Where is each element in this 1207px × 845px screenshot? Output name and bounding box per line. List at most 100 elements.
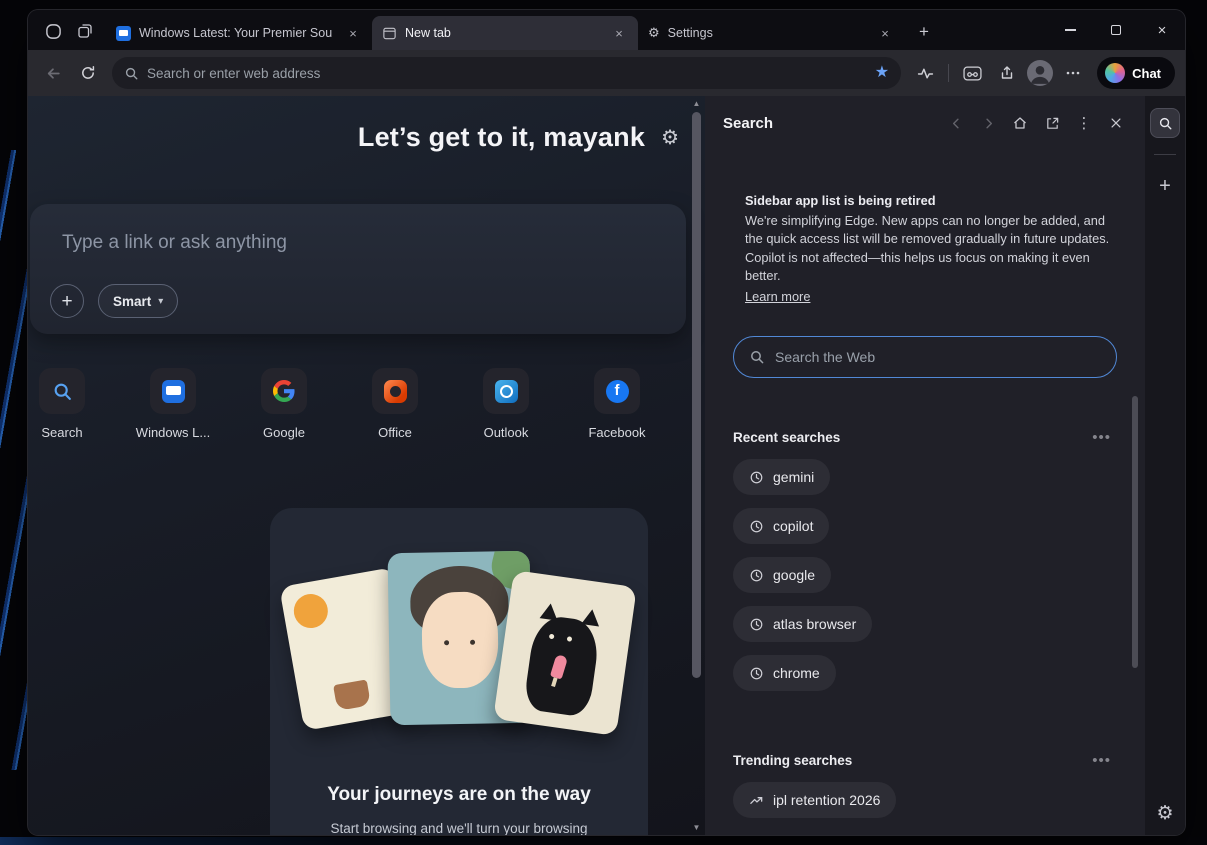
new-tab-favicon [383, 27, 396, 39]
recent-searches-title: Recent searches [733, 430, 841, 446]
chat-label: Chat [1132, 65, 1161, 81]
quick-link-google[interactable]: Google [252, 368, 316, 440]
rail-add-button[interactable]: + [1150, 171, 1180, 201]
learn-more-link[interactable]: Learn more [745, 288, 810, 307]
sidebar-scrollbar-thumb[interactable] [1132, 396, 1138, 669]
sidebar-scroll-area: Recent searches ••• gemini copilot googl… [705, 392, 1145, 835]
profile-avatar[interactable] [1027, 60, 1054, 86]
panel-forward-icon[interactable] [979, 114, 997, 132]
panel-more-options-icon[interactable]: ⋮ [1075, 114, 1093, 132]
tab-close-icon[interactable]: × [610, 24, 628, 42]
sidebar-search-input[interactable] [775, 349, 1101, 366]
search-icon [751, 351, 764, 364]
notice-body-1: We're simplifying Edge. New apps can no … [745, 212, 1110, 247]
copilot-chat-button[interactable]: Chat [1097, 57, 1175, 89]
tab-close-icon[interactable]: × [344, 24, 362, 42]
journeys-title: Your journeys are on the way [327, 784, 591, 805]
scroll-down-arrow[interactable]: ▼ [690, 823, 703, 832]
panel-back-icon[interactable] [947, 114, 965, 132]
prompt-add-button[interactable]: + [50, 284, 84, 318]
sidebar-rail: + ⚙ [1145, 96, 1185, 835]
panel-home-icon[interactable] [1011, 114, 1029, 132]
history-icon [750, 569, 763, 582]
smart-mode-dropdown[interactable]: Smart ▾ [98, 284, 179, 318]
search-icon [125, 67, 138, 79]
page-settings-gear-icon[interactable]: ⚙ [661, 128, 679, 148]
browser-essentials-icon[interactable] [910, 58, 940, 88]
new-tab-page: Let’s get to it, mayank ⚙ + Smart ▾ Sear… [28, 96, 705, 835]
recent-search-chip[interactable]: copilot [733, 508, 830, 545]
copilot-vision-icon[interactable] [957, 58, 987, 88]
sidebar-search-box[interactable] [733, 336, 1117, 379]
quick-link-search[interactable]: Search [30, 368, 94, 440]
retirement-notice: Sidebar app list is being retired We're … [745, 192, 1115, 306]
desktop-wallpaper-edge [0, 837, 1207, 845]
prompt-input[interactable] [62, 232, 622, 254]
quick-link-windows-latest[interactable]: Windows L... [136, 368, 210, 440]
recent-search-chip[interactable]: gemini [733, 459, 831, 496]
person-icon [1030, 65, 1050, 84]
open-in-new-window-icon[interactable] [1043, 114, 1061, 132]
tab-new-tab[interactable]: New tab × [372, 16, 638, 50]
search-icon [54, 383, 71, 400]
maximize-button[interactable] [1093, 10, 1139, 50]
trending-searches-more-icon[interactable]: ••• [1092, 753, 1111, 768]
history-icon [750, 471, 763, 484]
panel-close-icon[interactable] [1107, 114, 1125, 132]
recent-searches-list: gemini copilot google atlas browser chro… [733, 459, 1111, 692]
main-scrollbar[interactable]: ▲ ▼ [690, 96, 703, 835]
share-icon[interactable] [992, 58, 1022, 88]
recent-search-chip[interactable]: atlas browser [733, 606, 873, 643]
journeys-illustration [279, 550, 637, 750]
favorites-star-icon[interactable]: ★ [875, 65, 889, 81]
rail-search-button[interactable] [1150, 108, 1180, 138]
quick-link-facebook[interactable]: f Facebook [585, 368, 649, 440]
tab-label: Windows Latest: Your Premier Sou [139, 26, 333, 40]
trending-searches-title: Trending searches [733, 753, 853, 769]
scrollbar-thumb[interactable] [692, 112, 701, 678]
settings-favicon: ⚙ [648, 25, 660, 40]
prompt-box[interactable]: + Smart ▾ [30, 204, 686, 334]
back-button[interactable] [38, 58, 68, 88]
titlebar: Windows Latest: Your Premier Sou × New t… [28, 10, 1185, 50]
trending-search-chip[interactable]: ipl retention 2026 [733, 782, 897, 819]
tab-settings[interactable]: ⚙ Settings × [638, 16, 904, 50]
tab-windows-latest[interactable]: Windows Latest: Your Premier Sou × [106, 16, 372, 50]
windows-latest-favicon [116, 25, 131, 41]
toolbar: ★ Chat [28, 50, 1185, 96]
journeys-card: Your journeys are on the way Start brows… [270, 508, 648, 835]
recent-search-chip[interactable]: google [733, 557, 832, 594]
refresh-button[interactable] [73, 58, 103, 88]
tab-actions-icon[interactable] [72, 18, 98, 44]
tab-label: Settings [667, 26, 713, 40]
chevron-down-icon: ▾ [158, 295, 164, 307]
rail-settings-gear-icon[interactable]: ⚙ [1156, 804, 1173, 823]
minimize-button[interactable] [1047, 10, 1093, 50]
scroll-up-arrow[interactable]: ▲ [690, 99, 703, 108]
new-tab-button[interactable]: + [910, 18, 938, 46]
browser-window: Windows Latest: Your Premier Sou × New t… [28, 10, 1185, 835]
sidebar-search-panel: Search ⋮ Sidebar app list is being retir… [705, 96, 1145, 835]
settings-menu-icon[interactable] [1058, 58, 1088, 88]
rail-divider [1154, 154, 1176, 155]
notice-body-2: Copilot is not affected—this helps us fo… [745, 249, 1090, 284]
windows-latest-icon [161, 379, 185, 403]
copilot-mode-icon[interactable] [40, 18, 66, 44]
tab-close-icon[interactable]: × [876, 24, 894, 42]
search-icon [1159, 117, 1171, 129]
desktop-wallpaper [0, 150, 30, 770]
address-bar[interactable]: ★ [112, 57, 902, 89]
history-icon [750, 618, 763, 631]
trending-up-icon [750, 796, 763, 804]
greeting-title: Let’s get to it, mayank [357, 122, 646, 152]
trending-searches-list: ipl retention 2026 [733, 782, 1111, 819]
notice-title: Sidebar app list is being retired [745, 193, 936, 208]
address-input[interactable] [147, 65, 867, 81]
recent-searches-more-icon[interactable]: ••• [1092, 430, 1111, 445]
quick-link-outlook[interactable]: Outlook [474, 368, 538, 440]
tab-strip: Windows Latest: Your Premier Sou × New t… [106, 10, 904, 50]
close-button[interactable]: × [1139, 10, 1185, 50]
journeys-description: Start browsing and we'll turn your brows… [330, 821, 588, 835]
recent-search-chip[interactable]: chrome [733, 655, 836, 692]
quick-link-office[interactable]: Office [363, 368, 427, 440]
